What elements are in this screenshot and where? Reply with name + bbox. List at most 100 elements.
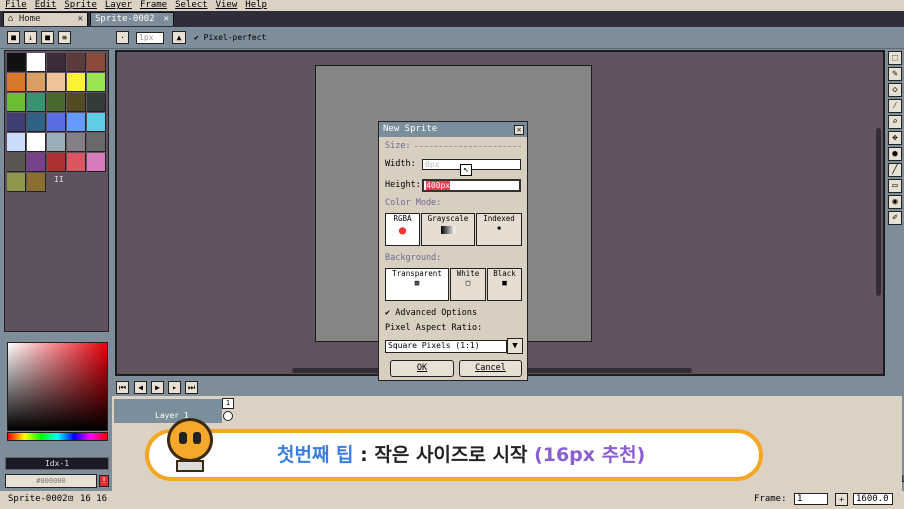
menu-icon[interactable]: ≡ <box>58 31 71 44</box>
last-frame-icon[interactable]: ⏭ <box>185 381 198 394</box>
indexed-label: Indexed <box>483 214 515 223</box>
pixel-perfect-label: Pixel-perfect <box>203 33 267 42</box>
menu-edit[interactable]: Edit <box>35 0 57 11</box>
menu-help[interactable]: Help <box>245 0 267 11</box>
close-icon[interactable]: ✕ <box>164 13 169 26</box>
palette-swatch[interactable] <box>67 53 86 72</box>
hex-color-field[interactable]: #000000 <box>5 474 97 488</box>
palette-swatch[interactable] <box>47 93 66 112</box>
eyedropper-icon[interactable]: ⁄ <box>888 99 902 113</box>
frame-input[interactable]: 1 <box>794 493 828 505</box>
blur-icon[interactable]: ◉ <box>888 195 902 209</box>
palette-swatch[interactable] <box>27 153 46 172</box>
first-frame-icon[interactable]: ⏮ <box>116 381 129 394</box>
grayscale-option[interactable]: Grayscale <box>421 213 475 246</box>
rectangle-icon[interactable]: ▭ <box>888 179 902 193</box>
palette-swatch[interactable] <box>87 153 106 172</box>
indexed-option[interactable]: Indexed ▪ <box>476 213 522 246</box>
palette-swatch[interactable] <box>47 153 66 172</box>
palette-swatch[interactable] <box>7 153 26 172</box>
height-label: Height: <box>385 180 421 190</box>
pixel-perfect-checkbox[interactable]: ✔ Pixel-perfect <box>194 33 266 42</box>
palette-swatch[interactable] <box>67 153 86 172</box>
ok-button[interactable]: OK <box>390 360 454 377</box>
ink-icon[interactable]: ▲ <box>172 31 186 44</box>
prev-frame-icon[interactable]: ◀ <box>134 381 147 394</box>
palette-swatch[interactable] <box>67 73 86 92</box>
color-index[interactable]: Idx-1 <box>5 457 109 470</box>
add-frame-icon[interactable]: + <box>835 493 848 506</box>
black-option[interactable]: Black ■ <box>487 268 522 301</box>
palette-swatch[interactable] <box>7 133 26 152</box>
tip-banner: 첫번째 팁 : 작은 사이즈로 시작 (16px 추천) <box>145 429 763 481</box>
palette-swatch[interactable] <box>47 73 66 92</box>
line-icon[interactable]: ╱ <box>888 163 902 177</box>
palette-swatch[interactable] <box>27 53 46 72</box>
chevron-down-icon[interactable]: ▼ <box>507 338 523 354</box>
fill-icon[interactable]: ● <box>888 147 902 161</box>
palette-swatch[interactable] <box>7 113 26 132</box>
palette-swatch[interactable] <box>67 133 86 152</box>
palette-swatch[interactable] <box>27 73 46 92</box>
palette-swatch[interactable] <box>7 173 26 192</box>
vertical-scrollbar[interactable] <box>876 128 881 296</box>
palette-swatch[interactable] <box>47 113 66 132</box>
palette-swatch[interactable] <box>67 113 86 132</box>
warning-icon[interactable]: ! <box>99 475 109 487</box>
menu-bar: File Edit Sprite Layer Frame Select View… <box>0 0 904 11</box>
palette-swatch[interactable] <box>27 133 46 152</box>
palette-swatch[interactable] <box>87 133 106 152</box>
menu-layer[interactable]: Layer <box>105 0 132 11</box>
arrow-down-icon[interactable]: ↓ <box>24 31 37 44</box>
palette-swatch[interactable] <box>7 53 26 72</box>
zoom-icon[interactable]: ⌕ <box>888 115 902 129</box>
white-option[interactable]: White □ <box>450 268 486 301</box>
pencil-icon[interactable]: ✎ <box>888 67 902 81</box>
tip-recommend: (16px 추천) <box>534 444 646 466</box>
palette-swatch[interactable] <box>87 73 106 92</box>
cancel-button[interactable]: Cancel <box>459 360 522 377</box>
palette-swatch[interactable] <box>67 93 86 112</box>
pixel-aspect-select[interactable]: Square Pixels (1:1) <box>385 340 507 353</box>
square-icon[interactable]: ■ <box>41 31 54 44</box>
move-icon[interactable]: ✥ <box>888 131 902 145</box>
palette-swatch[interactable] <box>87 113 106 132</box>
check-icon: ✔ <box>385 308 396 318</box>
frame-number[interactable]: 1 <box>222 398 234 409</box>
next-frame-icon[interactable]: ▸ <box>168 381 181 394</box>
tab-home[interactable]: ⌂ Home ✕ <box>3 12 88 26</box>
palette-swatch[interactable] <box>27 93 46 112</box>
menu-select[interactable]: Select <box>175 0 208 11</box>
palette-swatch[interactable] <box>47 133 66 152</box>
menu-file[interactable]: File <box>5 0 27 11</box>
tab-sprite[interactable]: Sprite-0002 ✕ <box>90 12 174 26</box>
transparent-option[interactable]: Transparent ▦ <box>385 268 449 301</box>
palette-swatch[interactable] <box>87 93 106 112</box>
close-icon[interactable]: ✕ <box>514 125 524 135</box>
close-icon[interactable]: ✕ <box>78 13 83 26</box>
menu-view[interactable]: View <box>216 0 238 11</box>
rgba-option[interactable]: RGBA ● <box>385 213 420 246</box>
palette-swatch[interactable] <box>27 113 46 132</box>
hue-slider[interactable] <box>7 432 108 441</box>
advanced-options-checkbox[interactable]: ✔ Advanced Options <box>385 308 477 318</box>
palette-swatch[interactable] <box>27 173 46 192</box>
color-spectrum[interactable] <box>7 342 108 431</box>
marquee-icon[interactable]: ⬚ <box>888 51 902 65</box>
height-input[interactable]: 400px <box>422 179 521 192</box>
lock-icon[interactable]: ■ <box>7 31 20 44</box>
zoom-input[interactable]: 1600.0 <box>853 493 893 505</box>
cel-icon[interactable] <box>223 411 233 421</box>
smudge-icon[interactable]: ✐ <box>888 211 902 225</box>
brush-shape-icon[interactable]: · <box>116 31 129 44</box>
palette-swatch[interactable] <box>47 53 66 72</box>
brush-size-input[interactable]: 1px <box>136 32 164 44</box>
menu-frame[interactable]: Frame <box>140 0 167 11</box>
palette-swatch[interactable] <box>7 73 26 92</box>
eraser-icon[interactable]: ◇ <box>888 83 902 97</box>
height-value: 400px <box>426 181 451 190</box>
palette-swatch[interactable] <box>87 53 106 72</box>
play-icon[interactable]: ▶ <box>151 381 164 394</box>
palette-swatch[interactable] <box>7 93 26 112</box>
menu-sprite[interactable]: Sprite <box>64 0 97 11</box>
